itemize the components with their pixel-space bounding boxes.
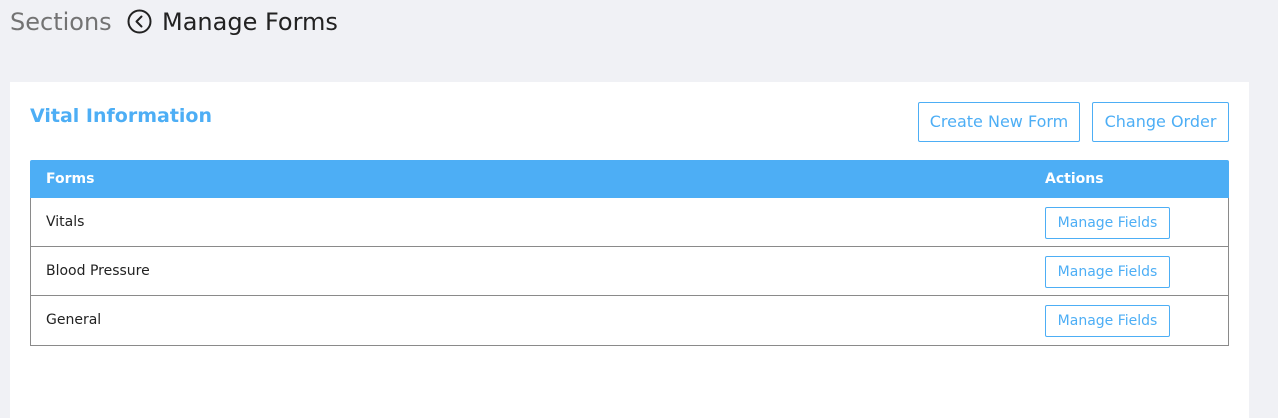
back-icon[interactable] — [127, 9, 152, 34]
table-body: Vitals Manage Fields Blood Pressure Mana… — [30, 198, 1229, 346]
breadcrumb-sections[interactable]: Sections — [10, 7, 112, 37]
page-title: Manage Forms — [162, 8, 338, 36]
change-order-button[interactable]: Change Order — [1092, 102, 1229, 142]
manage-fields-button[interactable]: Manage Fields — [1045, 256, 1170, 288]
forms-table: Forms Actions Vitals Manage Fields Blood… — [30, 160, 1229, 346]
table-row: Vitals Manage Fields — [31, 198, 1228, 247]
manage-fields-button[interactable]: Manage Fields — [1045, 305, 1170, 337]
section-title: Vital Information — [30, 105, 212, 127]
form-section-card: Vital Information Create New Form Change… — [10, 82, 1249, 418]
column-header-actions: Actions — [1045, 171, 1104, 187]
manage-fields-button[interactable]: Manage Fields — [1045, 207, 1170, 239]
form-name: Vitals — [46, 214, 85, 230]
top-bar: Sections Manage Forms — [0, 0, 1278, 44]
table-row: General Manage Fields — [31, 296, 1228, 345]
form-name: Blood Pressure — [46, 263, 150, 279]
form-name: General — [46, 312, 102, 328]
create-new-form-button[interactable]: Create New Form — [918, 102, 1080, 142]
chevron-left-circle-icon — [127, 9, 152, 34]
table-header: Forms Actions — [30, 160, 1229, 198]
column-header-forms: Forms — [46, 171, 95, 187]
table-row: Blood Pressure Manage Fields — [31, 247, 1228, 296]
